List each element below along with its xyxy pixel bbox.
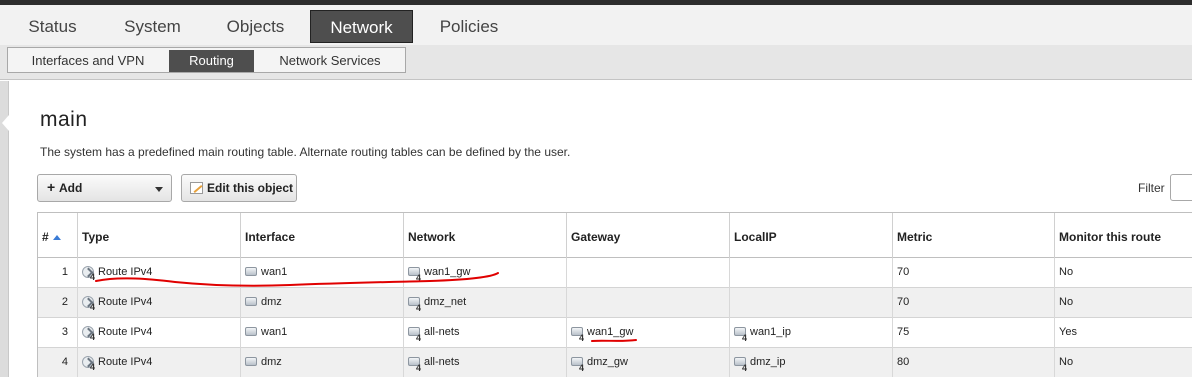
address-object-icon: 4 — [408, 266, 421, 282]
monitor-cell: No — [1055, 258, 1192, 288]
gateway-cell: 4 wan1_gw — [567, 318, 730, 348]
edit-object-button[interactable]: Edit this object — [181, 174, 297, 202]
network-cell: 4 all-nets — [404, 348, 567, 377]
gateway-cell — [567, 288, 730, 318]
address-object-icon: 4 — [734, 356, 747, 372]
network-cell: 4 wan1_gw — [404, 258, 567, 288]
tab-system[interactable]: System — [105, 10, 200, 43]
sub-nav-group: Interfaces and VPN Routing Network Servi… — [7, 47, 406, 73]
table-header: # Type Interface Network Gateway LocalIP… — [38, 213, 1192, 258]
tab-policies[interactable]: Policies — [420, 10, 518, 43]
interface-cell: dmz — [241, 288, 404, 318]
row-number: 1 — [38, 258, 78, 288]
tab-status[interactable]: Status — [10, 10, 95, 43]
row-number: 2 — [38, 288, 78, 318]
column-header-number[interactable]: # — [38, 213, 78, 258]
type-cell: 4 Route IPv4 — [78, 348, 241, 377]
filter-label: Filter — [1138, 181, 1165, 195]
type-cell: 4 Route IPv4 — [78, 288, 241, 318]
table-row[interactable]: 3 4 Route IPv4 wan1 4 all-nets 4 wan1_gw 4w… — [38, 318, 1192, 348]
sub-nav: Interfaces and VPN Routing Network Servi… — [0, 45, 1192, 80]
gateway-cell — [567, 258, 730, 288]
edit-button-label: Edit this object — [207, 181, 294, 195]
address-object-icon: 4 — [408, 356, 421, 372]
filter-input[interactable] — [1170, 174, 1192, 201]
interface-cell: wan1 — [241, 318, 404, 348]
row-number: 4 — [38, 348, 78, 377]
routes-table: # Type Interface Network Gateway LocalIP… — [37, 212, 1192, 377]
subtab-network-services[interactable]: Network Services — [259, 50, 401, 72]
metric-cell: 75 — [893, 318, 1055, 348]
add-button[interactable]: + Add — [37, 174, 172, 202]
table-row[interactable]: 1 4 Route IPv4 wan1 4 wan1_gw 70 No — [38, 258, 1192, 288]
monitor-cell: Yes — [1055, 318, 1192, 348]
side-panel-toggle[interactable] — [0, 81, 9, 377]
address-object-icon: 4 — [408, 296, 421, 312]
page-title: main — [40, 108, 88, 131]
address-object-icon: 4 — [408, 326, 421, 342]
row-number: 3 — [38, 318, 78, 348]
type-cell: 4 Route IPv4 — [78, 258, 241, 288]
monitor-cell: No — [1055, 348, 1192, 377]
edit-icon — [190, 182, 203, 194]
address-object-icon — [245, 296, 257, 306]
route-icon: 4 — [82, 266, 95, 282]
localip-cell — [730, 258, 893, 288]
column-header-interface[interactable]: Interface — [241, 213, 404, 258]
subtab-interfaces-and-vpn[interactable]: Interfaces and VPN — [12, 50, 164, 72]
column-header-network[interactable]: Network — [404, 213, 567, 258]
column-header-localip[interactable]: LocalIP — [730, 213, 893, 258]
route-icon: 4 — [82, 356, 95, 372]
route-icon: 4 — [82, 326, 95, 342]
tab-objects[interactable]: Objects — [208, 10, 303, 43]
table-row[interactable]: 2 4 Route IPv4 dmz 4 dmz_net 70 No — [38, 288, 1192, 318]
interface-cell: wan1 — [241, 258, 404, 288]
network-cell: 4 dmz_net — [404, 288, 567, 318]
interface-cell: dmz — [241, 348, 404, 377]
add-button-label: Add — [59, 181, 83, 195]
network-cell: 4 all-nets — [404, 318, 567, 348]
localip-cell: 4 wan1_ip — [730, 318, 893, 348]
column-header-monitor[interactable]: Monitor this route — [1055, 213, 1192, 258]
chevron-down-icon — [155, 187, 163, 192]
metric-cell: 70 — [893, 288, 1055, 318]
sort-ascending-icon — [52, 235, 61, 241]
subtab-routing[interactable]: Routing — [169, 50, 254, 72]
address-object-icon: 4 — [734, 326, 747, 342]
metric-cell: 80 — [893, 348, 1055, 377]
column-header-metric[interactable]: Metric — [893, 213, 1055, 258]
localip-cell — [730, 288, 893, 318]
tab-network[interactable]: Network — [310, 10, 413, 43]
address-object-icon: 4 — [571, 326, 584, 342]
metric-cell: 70 — [893, 258, 1055, 288]
route-icon: 4 — [82, 296, 95, 312]
address-object-icon — [245, 356, 257, 366]
main-nav: Status System Objects Network Policies — [0, 5, 1192, 45]
address-object-icon — [245, 266, 257, 276]
gateway-cell: 4 dmz_gw — [567, 348, 730, 377]
table-row[interactable]: 4 4 Route IPv4 dmz 4 all-nets 4 dmz_gw 4 dmz… — [38, 348, 1192, 377]
plus-icon: + — [47, 179, 56, 195]
type-cell: 4 Route IPv4 — [78, 318, 241, 348]
column-header-type[interactable]: Type — [78, 213, 241, 258]
monitor-cell: No — [1055, 288, 1192, 318]
address-object-icon — [245, 326, 257, 336]
localip-cell: 4 dmz_ip — [730, 348, 893, 377]
address-object-icon: 4 — [571, 356, 584, 372]
column-header-gateway[interactable]: Gateway — [567, 213, 730, 258]
collapse-arrow-icon — [2, 115, 9, 131]
page-description: The system has a predefined main routing… — [40, 145, 571, 159]
